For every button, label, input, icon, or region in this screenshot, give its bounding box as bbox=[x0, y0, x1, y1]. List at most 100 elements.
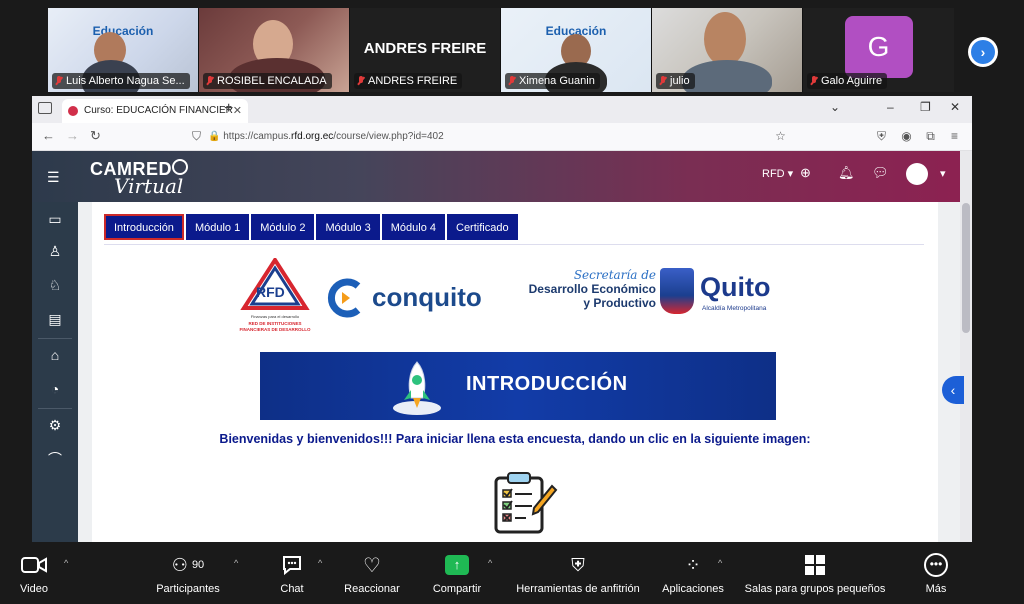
address-bar-row: ← → ↻ ⛉ 🔒 https://campus.rfd.org.ec/cour… bbox=[32, 123, 972, 151]
tab-list-icon[interactable] bbox=[38, 102, 52, 114]
breakout-grid-icon bbox=[805, 555, 825, 575]
participant-tile[interactable]: G Galo Aguirre bbox=[803, 8, 954, 92]
chat-options-caret-icon[interactable]: ^ bbox=[318, 558, 322, 568]
dashboard-icon[interactable]: ◔ bbox=[46, 380, 64, 398]
participant-tile[interactable]: julio bbox=[652, 8, 803, 92]
shield-icon[interactable]: ⛉ bbox=[190, 130, 203, 143]
chat-button[interactable]: Chat bbox=[272, 552, 312, 595]
participant-avatar: G bbox=[844, 16, 913, 78]
participant-name: ANDRES FREIRE bbox=[368, 75, 458, 87]
participants-options-caret-icon[interactable]: ^ bbox=[234, 558, 238, 568]
globe-icon[interactable]: ⊕ bbox=[800, 165, 811, 181]
muted-mic-icon bbox=[206, 75, 214, 87]
rfd-tagline: Finanzas para el desarrollo bbox=[250, 314, 300, 319]
share-options-caret-icon[interactable]: ^ bbox=[488, 558, 492, 568]
tab-modulo-4[interactable]: Módulo 4 bbox=[381, 214, 445, 240]
apps-icon: ⁘ bbox=[685, 554, 701, 575]
tab-modulo-1[interactable]: Módulo 1 bbox=[185, 214, 250, 240]
tab-modulo-3[interactable]: Módulo 3 bbox=[316, 214, 380, 240]
conquito-logo: conquito bbox=[326, 278, 496, 320]
participants-icon: ⚇ bbox=[171, 554, 188, 575]
browser-window: Curso: EDUCACIÓN FINANCIER ✕ + ⌄ – ❐ ✕ ←… bbox=[32, 96, 972, 542]
logo-globe-icon bbox=[172, 159, 188, 175]
video-options-caret-icon[interactable]: ^ bbox=[64, 558, 68, 568]
participants-button[interactable]: ⚇ 90 Participantes bbox=[148, 552, 228, 596]
account-icon[interactable]: ◉ bbox=[900, 130, 913, 143]
user-menu-caret-icon[interactable]: ▾ bbox=[940, 167, 946, 180]
course-content: Introducción Módulo 1 Módulo 2 Módulo 3 … bbox=[78, 202, 960, 542]
chat-label: Chat bbox=[280, 583, 304, 595]
next-participants-button[interactable]: › bbox=[968, 37, 998, 67]
participant-strip: Educación Luis Alberto Nagua Se... ROSIB… bbox=[48, 8, 956, 92]
participant-tile[interactable]: Educación Ximena Guanin bbox=[501, 8, 652, 92]
host-tools-label: Herramientas de anfitrión bbox=[516, 583, 640, 595]
user-avatar[interactable] bbox=[906, 163, 928, 185]
participant-display-name: ANDRES FREIRE bbox=[363, 40, 487, 57]
zoom-toolbar: Video ^ ⚇ 90 Participantes ^ Chat ^ ♡ Rea… bbox=[0, 544, 1024, 604]
site-logo-bottom: Virtual bbox=[114, 174, 184, 198]
participant-name: Galo Aguirre bbox=[821, 75, 883, 87]
participants-icon[interactable]: ♙ bbox=[46, 242, 64, 260]
pocket-icon[interactable]: ⛨ bbox=[875, 130, 888, 143]
breakout-rooms-button[interactable]: Salas para grupos pequeños bbox=[738, 552, 892, 595]
url-field[interactable]: 🔒 https://campus.rfd.org.ec/course/view.… bbox=[208, 128, 444, 146]
bookmark-star-icon[interactable]: ☆ bbox=[774, 130, 787, 143]
language-menu[interactable]: RFD ▾ bbox=[762, 167, 793, 180]
graduation-cap-icon[interactable]: ⌒ bbox=[46, 450, 64, 468]
new-tab-icon[interactable]: + bbox=[224, 99, 233, 119]
hamburger-menu-icon[interactable]: ☰ bbox=[47, 169, 60, 186]
chat-icon[interactable]: 💬︎ bbox=[872, 165, 889, 181]
chat-bubble-icon bbox=[283, 556, 301, 576]
productivo-text: y Productivo bbox=[583, 296, 656, 310]
drawer-toggle-chevron-left-icon[interactable]: ‹ bbox=[942, 376, 964, 404]
alcaldia-text: Alcaldía Metropolitana bbox=[702, 305, 767, 312]
course-card: Introducción Módulo 1 Módulo 2 Módulo 3 … bbox=[92, 202, 938, 542]
muted-mic-icon bbox=[508, 75, 516, 87]
zoom-meeting-window: Educación Luis Alberto Nagua Se... ROSIB… bbox=[0, 0, 1024, 604]
close-window-icon[interactable]: ✕ bbox=[950, 100, 960, 114]
participant-name: ROSIBEL ENCALADA bbox=[217, 75, 327, 87]
conquito-text: conquito bbox=[372, 282, 482, 312]
share-button[interactable]: ↑ Compartir bbox=[426, 552, 488, 595]
extensions-icon[interactable]: ⧉ bbox=[924, 130, 937, 143]
share-screen-icon: ↑ bbox=[445, 555, 469, 575]
bell-icon[interactable]: 🔔︎ bbox=[838, 165, 855, 181]
participant-name: julio bbox=[670, 75, 690, 87]
secretaria-text: Secretaría de bbox=[573, 268, 656, 282]
chevron-right-icon: › bbox=[971, 40, 995, 64]
survey-clipboard-icon[interactable] bbox=[490, 468, 558, 536]
participant-tile[interactable]: ANDRES FREIRE ANDRES FREIRE bbox=[350, 8, 501, 92]
reload-icon[interactable]: ↻ bbox=[90, 128, 101, 144]
tab-introduccion[interactable]: Introducción bbox=[104, 214, 184, 240]
participant-tile[interactable]: ROSIBEL ENCALADA bbox=[199, 8, 350, 92]
home-icon[interactable]: ⌂ bbox=[46, 346, 64, 364]
tab-modulo-2[interactable]: Módulo 2 bbox=[251, 214, 315, 240]
video-button[interactable]: Video bbox=[14, 552, 54, 595]
apps-options-caret-icon[interactable]: ^ bbox=[718, 558, 722, 568]
muted-mic-icon bbox=[810, 75, 818, 87]
rocket-icon bbox=[393, 361, 441, 415]
virtual-background-text: Educación bbox=[92, 24, 154, 38]
menu-icon[interactable]: ≡ bbox=[948, 130, 961, 143]
close-tab-icon[interactable]: ✕ bbox=[233, 99, 242, 123]
book-icon[interactable]: ▤ bbox=[46, 310, 64, 328]
tab-certificado[interactable]: Certificado bbox=[447, 214, 518, 240]
folder-icon[interactable]: ▭ bbox=[46, 210, 64, 228]
rfd-tagline-3: FINANCIERAS DE DESARROLLO bbox=[239, 327, 311, 332]
settings-gear-icon[interactable]: ⚙ bbox=[46, 416, 64, 434]
forward-icon[interactable]: → bbox=[66, 128, 79, 143]
back-icon[interactable]: ← bbox=[42, 128, 55, 143]
video-camera-icon bbox=[21, 557, 47, 573]
tab-overflow-chevron-icon[interactable]: ⌄ bbox=[830, 100, 840, 114]
badges-icon[interactable]: ♘ bbox=[46, 276, 64, 294]
participant-tile[interactable]: Educación Luis Alberto Nagua Se... bbox=[48, 8, 199, 92]
muted-mic-icon bbox=[659, 75, 667, 87]
restore-icon[interactable]: ❐ bbox=[920, 100, 931, 114]
browser-tab[interactable]: Curso: EDUCACIÓN FINANCIER ✕ bbox=[62, 99, 248, 123]
muted-mic-icon bbox=[357, 75, 365, 87]
host-tools-button[interactable]: ⛨ Herramientas de anfitrión bbox=[508, 552, 648, 596]
react-button[interactable]: ♡ Reaccionar bbox=[340, 552, 404, 596]
more-button[interactable]: ••• Más bbox=[916, 552, 956, 595]
page-scrollbar[interactable] bbox=[960, 151, 972, 542]
minimize-icon[interactable]: – bbox=[887, 100, 894, 114]
